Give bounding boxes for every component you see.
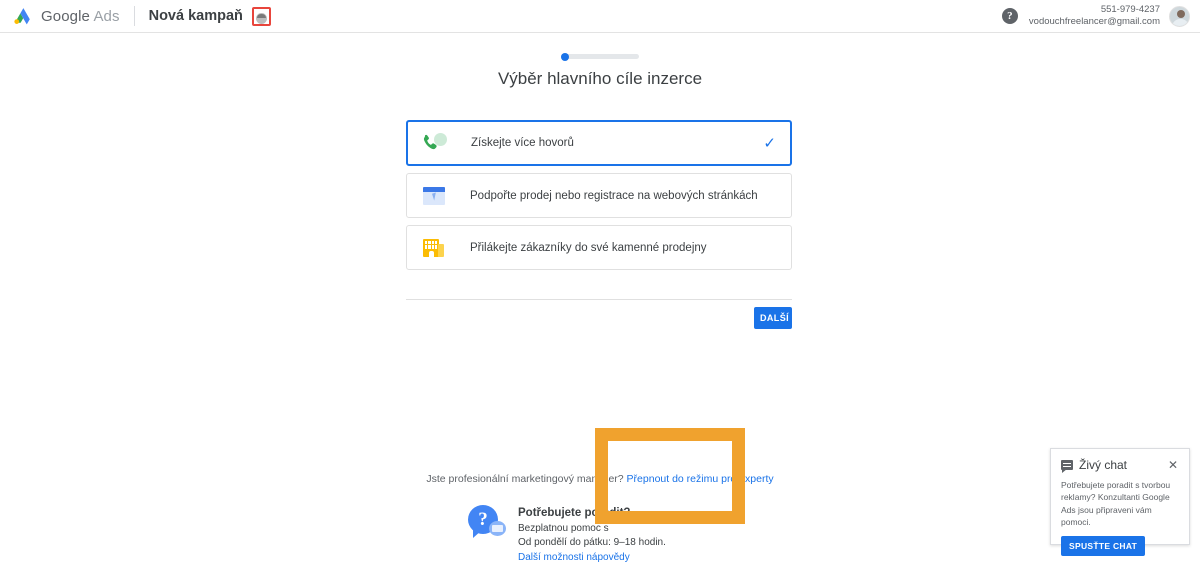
avatar[interactable] [1169,5,1190,27]
help-line-1: Bezplatnou pomoc s [518,522,609,534]
brand-text: Google Ads [41,8,120,25]
progress-indicator [0,52,1200,61]
goal-option-store-visits[interactable]: Přilákejte zákazníky do své kamenné prod… [406,225,792,270]
storefront-door [428,250,434,257]
campaign-thumbnail-icon[interactable] [251,6,271,26]
live-chat-body: Potřebujete poradit s tvorbou reklamy? K… [1061,480,1171,527]
brand-primary: Google [41,7,90,25]
campaign-title: Nová kampaň [148,8,243,24]
goal-option-calls[interactable]: Získejte více hovorů ✓ [406,120,792,166]
browser-window-titlebar [423,186,445,192]
start-chat-button[interactable]: SPUSŤTE CHAT [1061,536,1146,557]
live-chat-widget: Živý chat ✕ Potřebujete poradit s tvorbo… [1050,448,1190,557]
account-phone: 551-979-4237 [1100,4,1160,16]
avatar-body [1172,18,1189,26]
expert-mode-prompt: Jste profesionální marketingový manažer?… [0,473,1200,485]
storefront-annex [438,243,444,257]
app-root: Google Ads Nová kampaň ? 551-979-4237 vo… [0,0,1200,563]
goal-option-label: Přilákejte zákazníky do své kamenné prod… [470,241,707,254]
help-mini-bubble [489,521,506,536]
goal-options-list: Získejte více hovorů ✓ Podpořte prodej n… [406,120,792,277]
form-divider [406,299,792,300]
top-bar: Google Ads Nová kampaň ? 551-979-4237 vo… [0,0,1200,33]
avatar-head [1176,9,1185,18]
expert-mode-question: Jste profesionální marketingový manažer? [426,473,624,485]
help-chat-icon: ? [468,505,508,545]
help-title: Potřebujete poradit? [518,507,631,519]
close-icon[interactable]: ✕ [1167,459,1179,471]
goal-option-label: Podpořte prodej nebo registrace na webov… [470,189,758,202]
top-bar-right: ? 551-979-4237 vodouchfreelancer@gmail.c… [1001,4,1190,28]
help-more-link[interactable]: Další možnosti nápovědy [518,551,666,563]
help-line-2: Od pondělí do pátku: 9–18 hodin. [518,537,666,549]
brand-secondary: Ads [93,7,120,25]
google-ads-brand[interactable]: Google Ads [12,5,120,27]
phone-icon [422,131,448,155]
phone-icon-glyph [423,134,437,150]
campaign-thumbnail-face [255,12,267,24]
help-text: Potřebujete poradit? Bezplatnou pomoc s … [518,505,666,563]
page-title: Výběr hlavního cíle inzerce [497,69,703,88]
header-divider [133,6,135,26]
google-ads-logo-icon [14,8,30,25]
goal-option-website-sales[interactable]: Podpořte prodej nebo registrace na webov… [406,173,792,218]
next-button[interactable]: DALŠÍ [754,307,792,329]
live-chat-title: Živý chat [1079,458,1128,472]
browser-window-icon [421,184,447,208]
chat-bubble-icon [1061,460,1073,473]
check-icon: ✓ [763,134,776,152]
live-chat-header: Živý chat ✕ [1061,458,1179,473]
help-block: ? Potřebujete poradit? Bezplatnou pomoc … [468,505,768,563]
expert-mode-link[interactable]: Přepnout do režimu pro experty [627,473,774,485]
progress-track [561,52,639,61]
storefront-icon [421,236,447,260]
help-icon[interactable]: ? [1001,8,1018,24]
account-email: vodouchfreelancer@gmail.com [1028,16,1160,27]
progress-dot [561,52,569,61]
account-info: 551-979-4237 vodouchfreelancer@gmail.com [1029,4,1160,28]
goal-option-label: Získejte více hovorů [471,137,574,149]
storefront-windows [425,240,437,249]
